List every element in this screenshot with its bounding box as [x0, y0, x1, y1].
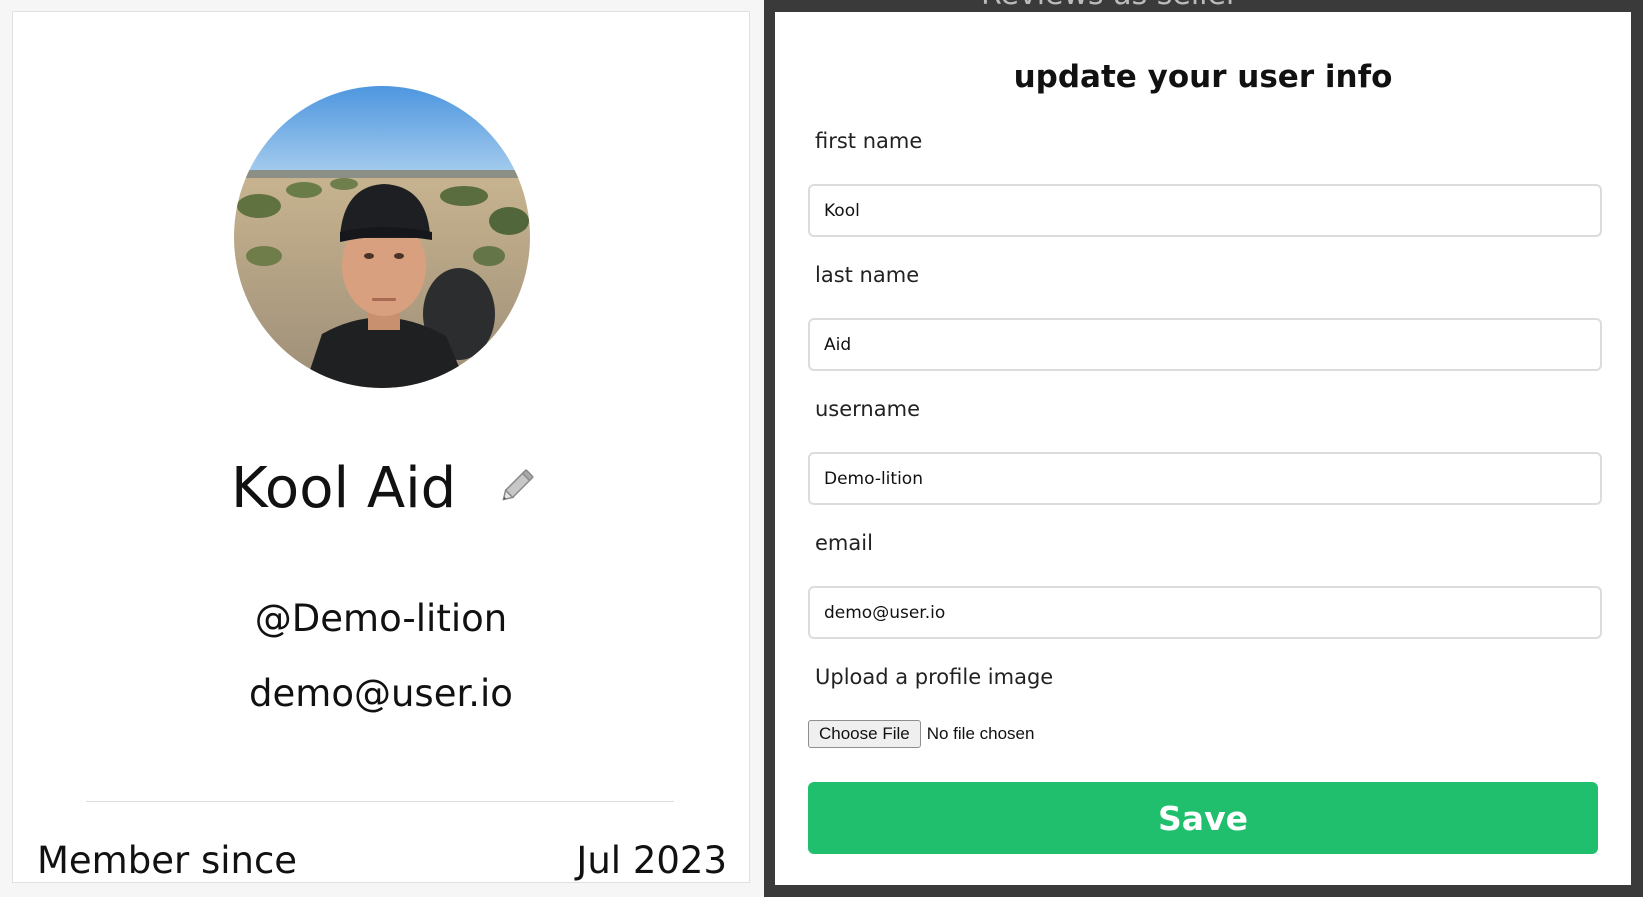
email-label: email [815, 531, 873, 555]
choose-file-button[interactable]: Choose File [808, 720, 921, 748]
background-partial-heading: Reviews as seller [981, 0, 1238, 12]
last-name-label: last name [815, 263, 920, 287]
email-input[interactable] [808, 586, 1602, 639]
member-since-label: Member since [37, 839, 298, 882]
modal-title: update your user info [1013, 59, 1393, 95]
avatar [234, 86, 530, 388]
profile-card: Kool Aid @Demo-lition demo@user.io Membe… [12, 11, 750, 883]
file-upload-control: Choose File No file chosen [808, 720, 1034, 748]
profile-photo [234, 86, 530, 388]
profile-full-name: Kool Aid [231, 456, 457, 521]
save-button[interactable]: Save [808, 782, 1598, 854]
divider [86, 801, 674, 802]
upload-image-label: Upload a profile image [815, 665, 1054, 689]
first-name-label: first name [815, 129, 923, 153]
username-label: username [815, 397, 920, 421]
profile-email: demo@user.io [249, 672, 513, 715]
file-status: No file chosen [926, 724, 1035, 743]
profile-name-row: Kool Aid [13, 454, 749, 524]
member-since-value: Jul 2023 [576, 839, 727, 882]
first-name-input[interactable] [808, 184, 1602, 237]
last-name-input[interactable] [808, 318, 1602, 371]
pencil-icon[interactable] [495, 460, 543, 508]
update-user-modal: update your user info first name last na… [775, 12, 1631, 885]
profile-handle: @Demo-lition [254, 597, 508, 640]
username-input[interactable] [808, 452, 1602, 505]
